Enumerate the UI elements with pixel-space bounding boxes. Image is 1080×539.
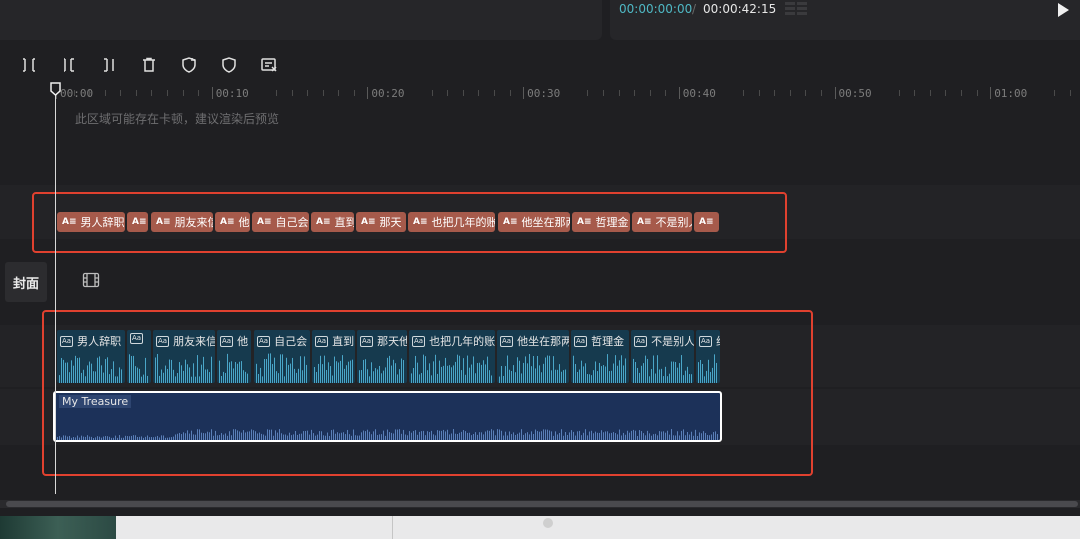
ruler-minor-tick bbox=[509, 90, 511, 96]
ruler-minor-tick bbox=[120, 90, 122, 96]
ruler-minor-tick bbox=[307, 90, 309, 96]
film-icon[interactable] bbox=[82, 272, 100, 288]
ruler-label: 00:40 bbox=[682, 87, 716, 100]
ruler-minor-tick bbox=[478, 90, 480, 96]
cover-button[interactable]: 封面 bbox=[5, 262, 47, 302]
ruler-minor-tick bbox=[462, 90, 464, 96]
ruler-minor-tick bbox=[758, 90, 760, 96]
current-timecode: 00:00:00:00 bbox=[619, 2, 693, 16]
ruler-minor-tick bbox=[602, 90, 604, 96]
trim-right-icon[interactable] bbox=[98, 54, 120, 76]
playhead[interactable] bbox=[55, 92, 56, 494]
bottom-thumbnail bbox=[0, 516, 116, 539]
ruler-label: 01:00 bbox=[994, 87, 1028, 100]
ruler-minor-tick bbox=[166, 90, 168, 96]
ruler-minor-tick bbox=[587, 90, 589, 96]
ruler-label: 00:20 bbox=[371, 87, 405, 100]
ruler-minor-tick bbox=[182, 90, 184, 96]
ruler-minor-tick bbox=[1054, 90, 1056, 96]
ruler-major-tick bbox=[834, 87, 836, 99]
ruler-minor-tick bbox=[961, 90, 963, 96]
bottom-window bbox=[0, 516, 1080, 539]
preview-left-panel bbox=[0, 0, 602, 40]
ruler-minor-tick bbox=[151, 90, 153, 96]
ruler-minor-tick bbox=[820, 90, 822, 96]
timeline-toolbar bbox=[0, 44, 1080, 84]
total-timecode: 00:00:42:15 bbox=[703, 2, 777, 16]
playhead-handle-icon[interactable] bbox=[50, 82, 61, 96]
ruler-minor-tick bbox=[135, 90, 137, 96]
ruler-minor-tick bbox=[634, 90, 636, 96]
ruler-label: 00:10 bbox=[215, 87, 249, 100]
scrollbar-thumb[interactable] bbox=[6, 501, 1078, 507]
ruler-label: 00:30 bbox=[527, 87, 561, 100]
trim-left-icon[interactable] bbox=[58, 54, 80, 76]
ruler-minor-tick bbox=[945, 90, 947, 96]
delete-icon[interactable] bbox=[138, 54, 160, 76]
freeze-icon[interactable] bbox=[178, 54, 200, 76]
ruler-minor-tick bbox=[789, 90, 791, 96]
bottom-divider bbox=[392, 516, 393, 539]
highlight-box-text bbox=[32, 192, 787, 253]
ruler-major-tick bbox=[211, 87, 213, 99]
ruler-label: 00:50 bbox=[838, 87, 872, 100]
ruler-minor-tick bbox=[431, 90, 433, 96]
bottom-handle bbox=[543, 518, 553, 528]
ruler-minor-tick bbox=[618, 90, 620, 96]
ruler-minor-tick bbox=[104, 90, 106, 96]
ruler-minor-tick bbox=[493, 90, 495, 96]
ruler-minor-tick bbox=[73, 90, 75, 96]
timecode-separator: / bbox=[692, 2, 697, 16]
audio-meter-icon[interactable] bbox=[785, 1, 809, 19]
ruler-minor-tick bbox=[322, 90, 324, 96]
ruler-minor-tick bbox=[1070, 90, 1072, 96]
ruler-minor-tick bbox=[89, 90, 91, 96]
ruler-major-tick bbox=[367, 87, 369, 99]
ruler-minor-tick bbox=[929, 90, 931, 96]
ruler-minor-tick bbox=[353, 90, 355, 96]
ruler-minor-tick bbox=[914, 90, 916, 96]
auto-caption-icon[interactable] bbox=[258, 54, 280, 76]
ruler-minor-tick bbox=[649, 90, 651, 96]
ruler-minor-tick bbox=[338, 90, 340, 96]
ruler-minor-tick bbox=[198, 90, 200, 96]
ruler-minor-tick bbox=[976, 90, 978, 96]
ruler-major-tick bbox=[990, 87, 992, 99]
video-editor: 00:00:00:00 / 00:00:42:15 00:00 00:10 00… bbox=[0, 0, 1080, 539]
split-icon[interactable] bbox=[18, 54, 40, 76]
ruler-minor-tick bbox=[898, 90, 900, 96]
play-icon[interactable] bbox=[1056, 2, 1070, 18]
ruler-minor-tick bbox=[805, 90, 807, 96]
time-ruler[interactable]: 00:00 00:10 00:20 00:30 00:40 00:50 01:00 bbox=[0, 84, 1080, 102]
mark-icon[interactable] bbox=[218, 54, 240, 76]
ruler-minor-tick bbox=[743, 90, 745, 96]
ruler-minor-tick bbox=[275, 90, 277, 96]
ruler-minor-tick bbox=[665, 90, 667, 96]
ruler-major-tick bbox=[678, 87, 680, 99]
ruler-minor-tick bbox=[774, 90, 776, 96]
ruler-minor-tick bbox=[447, 90, 449, 96]
highlight-box-audio bbox=[42, 310, 813, 476]
render-hint: 此区域可能存在卡顿，建议渲染后预览 bbox=[75, 112, 280, 126]
ruler-major-tick bbox=[523, 87, 525, 99]
ruler-minor-tick bbox=[291, 90, 293, 96]
